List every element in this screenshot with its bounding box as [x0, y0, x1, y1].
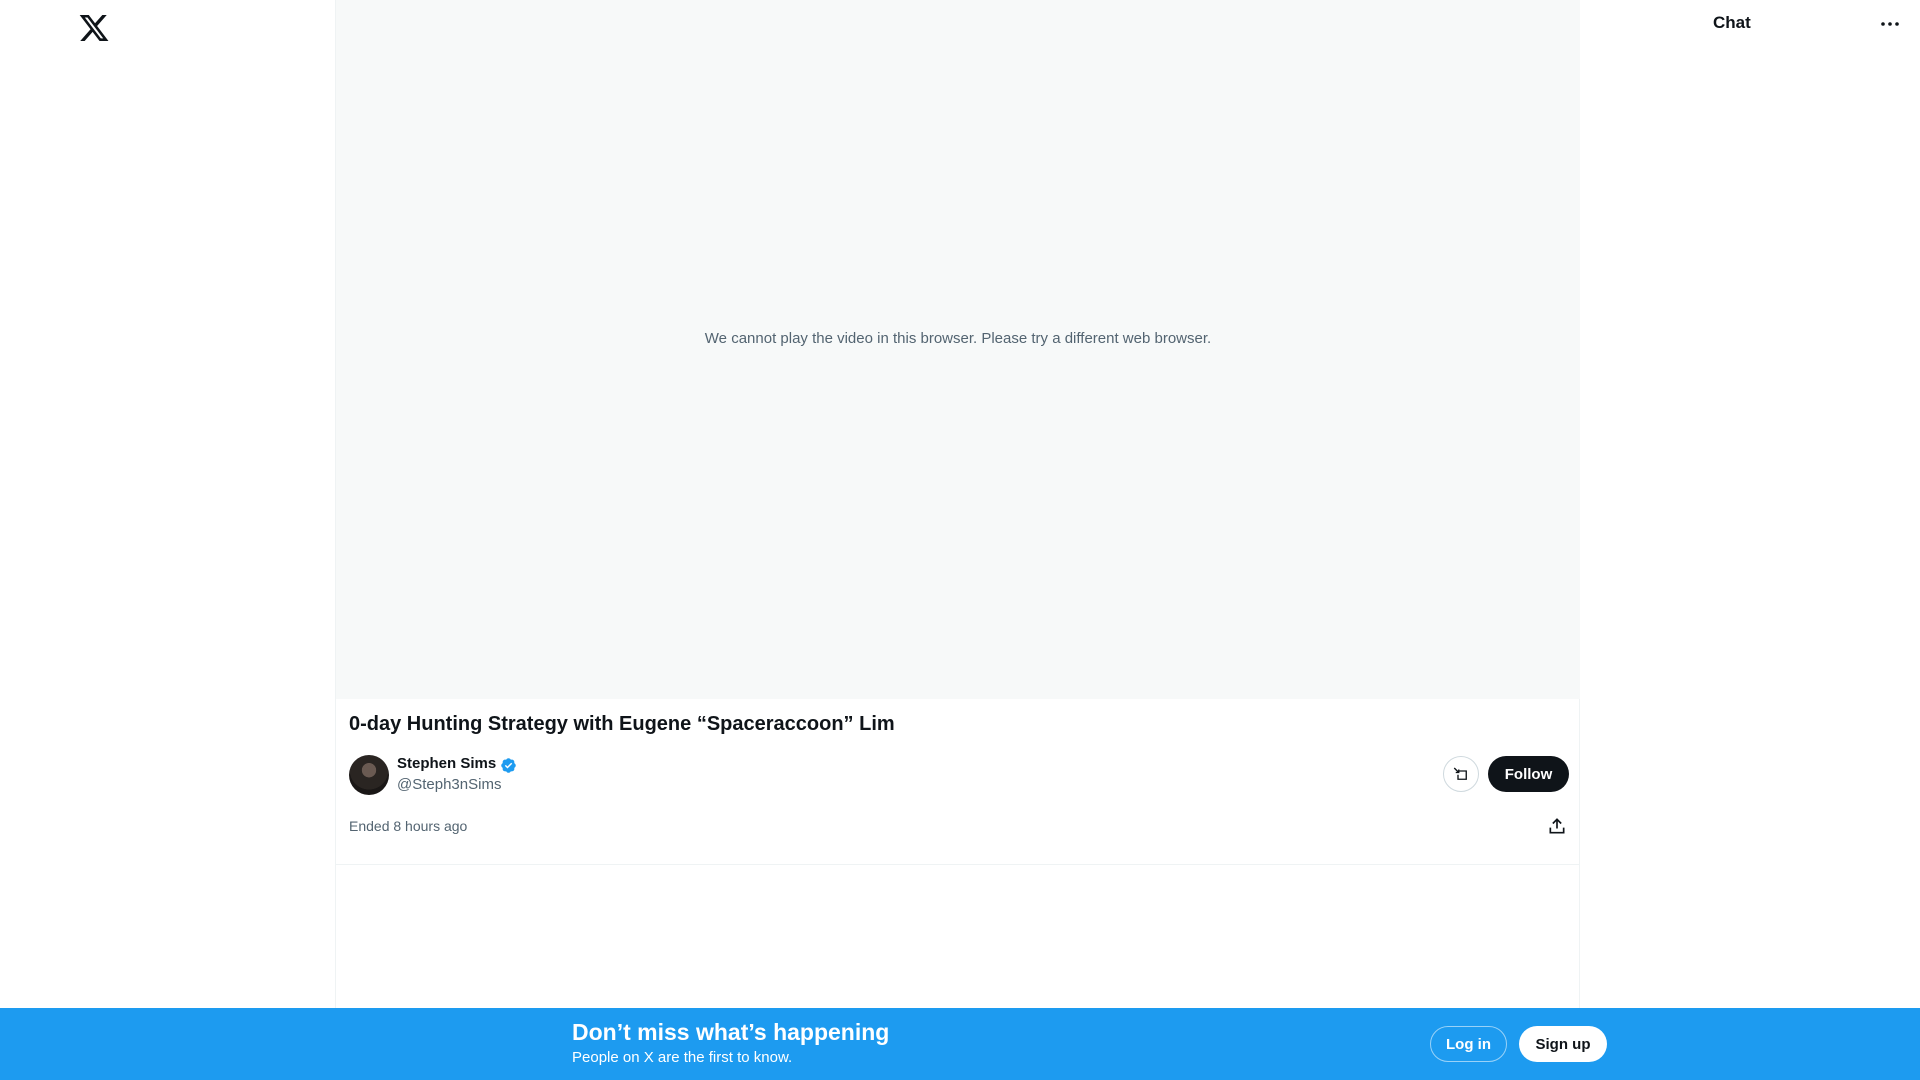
follow-button[interactable]: Follow	[1488, 756, 1569, 792]
more-options-icon[interactable]	[1878, 12, 1902, 36]
signup-prompt-headline: Don’t miss what’s happening	[572, 1019, 890, 1045]
main-column: We cannot play the video in this browser…	[335, 0, 1580, 1080]
space-title: 0-day Hunting Strategy with Eugene “Spac…	[349, 713, 895, 735]
login-button[interactable]: Log in	[1430, 1026, 1507, 1062]
clip-button[interactable]	[1443, 756, 1479, 792]
host-name[interactable]: Stephen Sims	[397, 755, 496, 772]
video-error-message: We cannot play the video in this browser…	[704, 330, 1212, 347]
verified-badge-icon	[500, 757, 517, 774]
signup-prompt-bar: Don’t miss what’s happening People on X …	[0, 1008, 1920, 1080]
status-row: Ended 8 hours ago	[349, 816, 1567, 840]
space-info: 0-day Hunting Strategy with Eugene “Spac…	[336, 699, 1580, 865]
left-rail	[0, 0, 335, 1080]
signup-prompt-subtext: People on X are the first to know.	[572, 1049, 793, 1066]
share-icon[interactable]	[1547, 816, 1567, 836]
right-rail: Chat	[1580, 0, 1920, 1080]
chat-label[interactable]: Chat	[1713, 13, 1751, 33]
x-logo-icon[interactable]	[78, 12, 110, 44]
clip-icon	[1453, 767, 1467, 780]
signup-button[interactable]: Sign up	[1519, 1026, 1607, 1062]
video-player[interactable]: We cannot play the video in this browser…	[336, 0, 1580, 699]
avatar[interactable]	[349, 755, 389, 795]
host-row: Stephen Sims @Steph3nSims Follow	[349, 755, 1569, 797]
host-handle[interactable]: @Steph3nSims	[397, 776, 501, 793]
space-status: Ended 8 hours ago	[349, 818, 468, 834]
